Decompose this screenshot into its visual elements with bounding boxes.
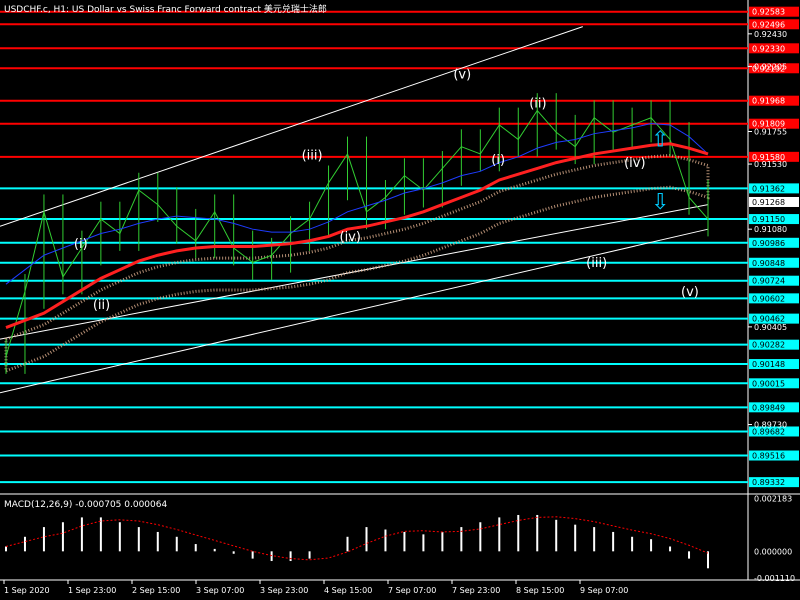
macd-scale-label: 0.000000 (754, 547, 792, 556)
x-tick-label: 2 Sep 15:00 (132, 586, 180, 595)
wave-label: (iv) (340, 230, 361, 245)
channel-upper-line (0, 26, 583, 227)
chart-title: USDCHF.c, H1: US Dollar vs Swiss Franc F… (4, 3, 327, 15)
macd-signal-line (5, 516, 709, 561)
x-tick-label: 4 Sep 15:00 (324, 586, 372, 595)
support-price-label: 0.90148 (752, 360, 785, 369)
x-tick-label: 1 Sep 2020 (4, 586, 50, 595)
wave-label: (ii) (529, 97, 546, 112)
support-price-label: 0.90724 (752, 277, 785, 286)
x-tick-label: 8 Sep 15:00 (516, 586, 564, 595)
y-tick-label: 0.90405 (754, 323, 787, 332)
wave-label: (i) (74, 237, 88, 252)
resistance-price-label: 0.92496 (752, 20, 785, 29)
y-tick-label: 0.91080 (754, 225, 787, 234)
support-price-label: 0.90848 (752, 259, 785, 268)
x-tick-label: 7 Sep 07:00 (388, 586, 436, 595)
macd-label: MACD(12,26,9) -0.000705 0.000064 (4, 500, 167, 510)
chart-canvas[interactable]: 0.925830.924960.923300.921920.919680.918… (0, 0, 800, 600)
price-axis: 0.92430 0.92205 0.91755 0.91530 0.91080 0.904… (748, 30, 787, 430)
wave-label: (iv) (624, 156, 645, 171)
support-price-label: 0.89849 (752, 403, 785, 412)
wave-label: (v) (681, 285, 699, 300)
y-tick-label: 0.91530 (754, 160, 787, 169)
signal-arrows: ⇧⇩ (651, 128, 669, 215)
wave-label: (ii) (93, 298, 110, 313)
wave-label: (iii) (586, 256, 607, 271)
y-tick-label: 0.92205 (754, 62, 787, 71)
support-price-label: 0.91150 (752, 215, 785, 224)
x-tick-label: 1 Sep 23:00 (68, 586, 116, 595)
current-price-label: 0.91268 (752, 198, 785, 207)
wave-label: (iii) (302, 149, 323, 164)
resistance-price-label: 0.92583 (752, 8, 785, 17)
y-tick-label: 0.89730 (754, 421, 787, 430)
grid-layer (0, 0, 800, 581)
time-axis: 1 Sep 2020 1 Sep 23:00 2 Sep 15:00 3 Sep 07… (3, 580, 628, 595)
y-tick-label: 0.92430 (754, 30, 787, 39)
support-price-label: 0.90015 (752, 379, 785, 388)
down-arrow-icon: ⇩ (651, 190, 669, 215)
support-price-label: 0.90602 (752, 294, 785, 303)
wave-label: (v) (453, 68, 471, 83)
resistance-price-label: 0.92330 (752, 44, 785, 53)
up-arrow-icon: ⇧ (651, 128, 669, 153)
support-price-label: 0.90282 (752, 341, 785, 350)
support-price-label: 0.90986 (752, 239, 785, 248)
wave-labels: (i) (ii) (iii) (iv) (v) (i) (ii) (iv) (iii) (v) (74, 68, 699, 313)
wave-label: (i) (491, 153, 505, 168)
x-tick-label: 9 Sep 07:00 (580, 586, 628, 595)
x-tick-label: 3 Sep 23:00 (260, 586, 308, 595)
x-tick-label: 3 Sep 07:00 (196, 586, 244, 595)
support-price-label: 0.89516 (752, 452, 785, 461)
trading-chart[interactable]: 0.92583 0.92496 0.92330 0.92192 0.91968 0.918… (0, 0, 800, 600)
y-tick-label: 0.91755 (754, 128, 787, 137)
support-price-label: 0.91362 (752, 184, 785, 193)
x-tick-label: 7 Sep 23:00 (452, 586, 500, 595)
support-price-label: 0.89332 (752, 478, 785, 487)
macd-scale-label: -0.001110 (754, 574, 795, 583)
resistance-price-label: 0.91968 (752, 97, 785, 106)
macd-scale-label: 0.002183 (754, 494, 792, 503)
